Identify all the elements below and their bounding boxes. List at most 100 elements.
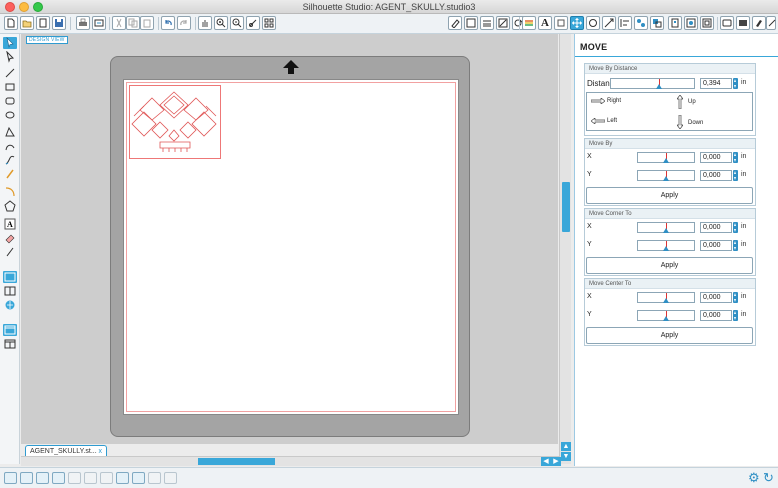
x-spinner[interactable] [733,292,738,303]
knife-icon[interactable] [668,16,682,30]
y-spinner[interactable] [733,170,738,181]
settings-gear-icon[interactable]: ⚙ [748,471,760,485]
select-all-icon[interactable] [4,472,17,484]
x-value-field[interactable]: 0,000 [700,292,732,303]
horizontal-scrollbar[interactable]: ◀ ▶ [21,456,561,466]
ellipse-tool-icon[interactable] [3,109,17,121]
deselect-icon[interactable] [20,472,33,484]
copy-icon[interactable] [126,16,140,30]
scale-icon[interactable] [602,16,616,30]
rounded-rectangle-tool-icon[interactable] [3,95,17,107]
skull-design[interactable] [129,85,221,159]
line-style-icon[interactable] [480,16,494,30]
stripe-icon[interactable] [522,16,536,30]
ungroup-icon[interactable] [52,472,65,484]
redo-icon[interactable] [177,16,191,30]
send-icon[interactable] [766,16,776,30]
y-value-field[interactable]: 0,000 [700,170,732,181]
fill-color-icon[interactable] [448,16,462,30]
scroll-down-icon[interactable]: ▼ [561,452,571,461]
fill-pattern-icon[interactable] [496,16,510,30]
point-edit-tool-icon[interactable] [3,51,17,63]
undo-icon[interactable] [161,16,175,30]
select-tool-icon[interactable] [3,37,17,49]
new-document-icon[interactable] [4,16,18,30]
move-icon[interactable] [570,16,584,30]
text-style-icon[interactable]: A [538,16,552,30]
align-icon[interactable] [618,16,632,30]
scroll-up-icon[interactable]: ▲ [561,442,571,451]
library-icon[interactable] [3,285,17,297]
x-slider[interactable] [637,222,695,233]
y-value-field[interactable]: 0,000 [700,240,732,251]
apply-button[interactable]: Apply [586,187,753,204]
y-slider[interactable] [637,170,695,181]
print-icon[interactable] [76,16,90,30]
distance-spinner[interactable] [733,78,738,89]
line-color-icon[interactable] [464,16,478,30]
x-value-field[interactable]: 0,000 [700,152,732,163]
page-setup-icon[interactable] [720,16,734,30]
offset-icon[interactable] [700,16,714,30]
zoom-out-icon[interactable] [230,16,244,30]
line-tool-icon[interactable] [3,67,17,79]
transform-icon[interactable] [554,16,568,30]
scroll-left-icon[interactable]: ◀ [541,457,551,466]
y-spinner[interactable] [733,240,738,251]
vertical-scrollbar[interactable]: ▲ ▼ [559,34,571,464]
send-to-back-icon[interactable] [164,472,177,484]
cut-icon[interactable] [112,16,126,30]
make-compound-path-icon[interactable] [68,472,81,484]
knife-tool-icon[interactable] [3,246,17,258]
zoom-in-icon[interactable] [214,16,228,30]
arc-tool-icon[interactable] [3,186,17,198]
x-spinner[interactable] [733,152,738,163]
distance-slider[interactable] [610,78,695,89]
horizontal-scroll-thumb[interactable] [198,458,275,465]
regular-polygon-tool-icon[interactable] [3,200,17,212]
release-compound-path-icon[interactable] [84,472,97,484]
open-icon[interactable] [20,16,34,30]
cut-settings-icon[interactable] [752,16,766,30]
design-store-icon[interactable] [3,299,17,311]
replicate-icon[interactable] [634,16,648,30]
zoom-box-icon[interactable] [246,16,260,30]
distance-value-field[interactable]: 0,394 [700,78,732,89]
scroll-right-icon[interactable]: ▶ [551,457,561,466]
send-to-cutter-icon[interactable] [92,16,106,30]
y-spinner[interactable] [733,310,738,321]
vertical-scroll-thumb[interactable] [562,182,570,232]
pan-icon[interactable] [198,16,212,30]
send-view-icon[interactable] [3,338,17,350]
paste-icon[interactable] [140,16,154,30]
refresh-icon[interactable]: ↻ [763,471,774,485]
x-slider[interactable] [637,152,695,163]
modify-icon[interactable] [650,16,664,30]
y-slider[interactable] [637,240,695,251]
save-icon[interactable] [52,16,66,30]
rotate-icon[interactable] [586,16,600,30]
x-slider[interactable] [637,292,695,303]
group-icon[interactable] [36,472,49,484]
eraser-tool-icon[interactable] [3,232,17,244]
apply-button[interactable]: Apply [586,257,753,274]
rectangle-tool-icon[interactable] [3,81,17,93]
subtract-icon[interactable] [132,472,145,484]
open-library-icon[interactable] [36,16,50,30]
apply-button[interactable]: Apply [586,327,753,344]
x-spinner[interactable] [733,222,738,233]
design-canvas[interactable]: DESIGN VIEW [21,34,558,444]
design-view-icon[interactable] [3,324,17,336]
polygon-tool-icon[interactable] [3,126,17,138]
fit-to-page-icon[interactable] [262,16,276,30]
registration-icon[interactable] [736,16,750,30]
x-value-field[interactable]: 0,000 [700,222,732,233]
y-slider[interactable] [637,310,695,321]
draw-panel-icon[interactable] [3,271,17,283]
y-value-field[interactable]: 0,000 [700,310,732,321]
trace-icon[interactable] [684,16,698,30]
text-tool-icon[interactable]: A [3,218,17,230]
bring-to-front-icon[interactable] [148,472,161,484]
delete-selection-icon[interactable] [100,472,113,484]
smooth-freehand-tool-icon[interactable] [3,168,17,180]
